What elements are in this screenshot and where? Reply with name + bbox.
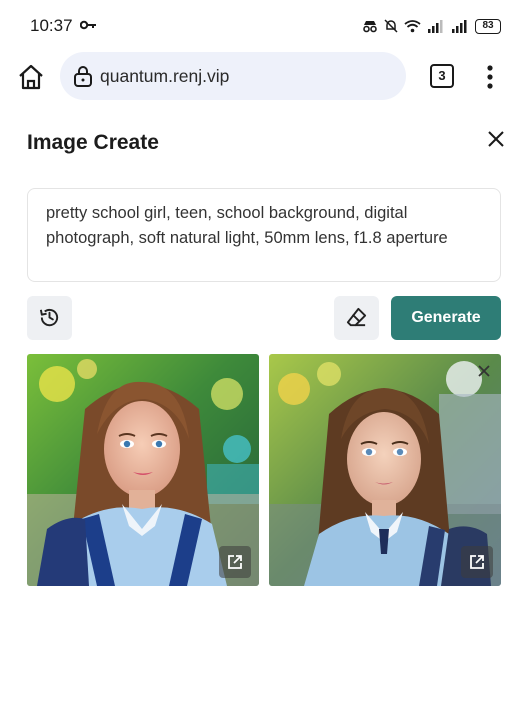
- panel-title: Image Create: [27, 131, 159, 154]
- generated-image-2[interactable]: [269, 354, 501, 586]
- history-button[interactable]: [27, 296, 72, 340]
- battery-indicator: 83: [475, 18, 501, 34]
- mute-bell-icon: [384, 19, 398, 33]
- open-external-icon: [228, 555, 242, 569]
- open-image-button[interactable]: [219, 546, 251, 578]
- generate-button[interactable]: Generate: [391, 296, 501, 340]
- home-icon[interactable]: [16, 62, 46, 92]
- signal-icon-2: [452, 20, 467, 33]
- open-image-button[interactable]: [461, 546, 493, 578]
- wifi-icon: [404, 20, 421, 33]
- lock-icon[interactable]: [72, 64, 94, 88]
- key-icon: [80, 20, 96, 30]
- history-icon: [39, 308, 59, 327]
- more-vert-icon[interactable]: [483, 64, 497, 90]
- image-close-icon[interactable]: [477, 364, 491, 378]
- clear-prompt-button[interactable]: [334, 296, 379, 340]
- status-time: 10:37: [30, 16, 73, 35]
- signal-icon: [428, 20, 443, 33]
- browser-toolbar: quantum.renj.vip 3: [0, 52, 527, 102]
- status-icons: 83: [362, 16, 501, 36]
- eraser-icon: [346, 307, 367, 327]
- address-bar[interactable]: quantum.renj.vip: [60, 52, 406, 100]
- tab-switcher-button[interactable]: 3: [430, 64, 454, 88]
- prompt-input[interactable]: pretty school girl, teen, school backgro…: [27, 188, 501, 282]
- status-bar: 10:37 83: [0, 0, 527, 52]
- close-icon[interactable]: [485, 128, 507, 150]
- incognito-icon: [363, 21, 377, 33]
- generated-image-1[interactable]: [27, 354, 259, 586]
- open-external-icon: [470, 555, 484, 569]
- url-text[interactable]: quantum.renj.vip: [100, 66, 229, 87]
